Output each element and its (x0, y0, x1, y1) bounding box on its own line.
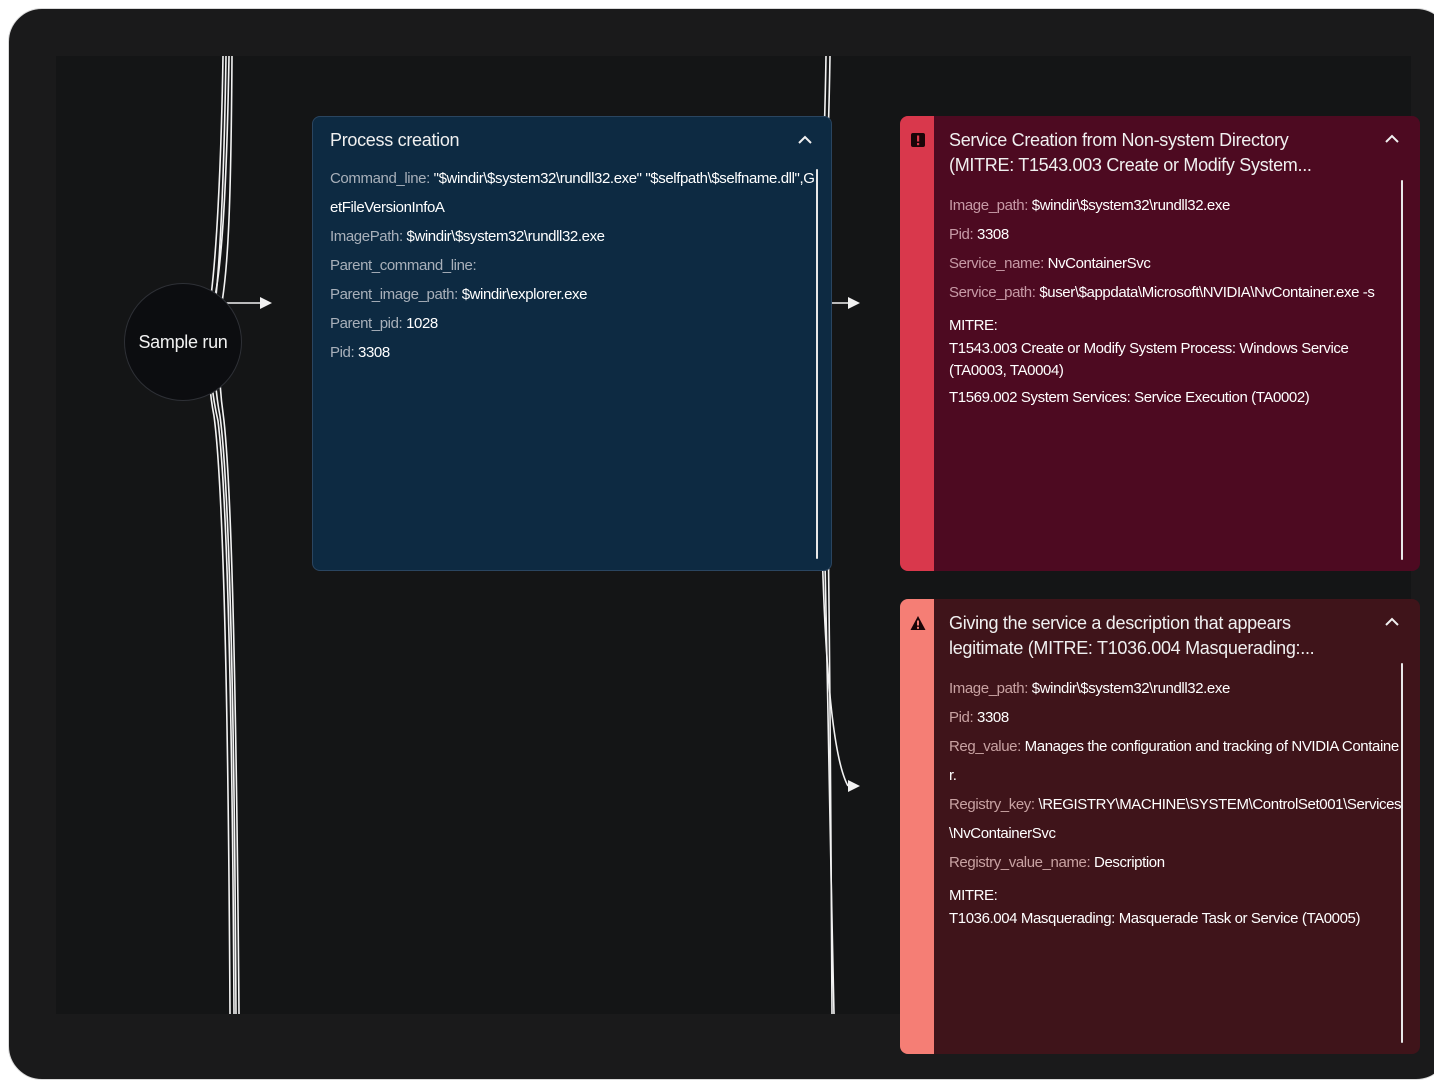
mitre-technique: T1569.002 System Services: Service Execu… (949, 389, 1310, 406)
process-fields: Command_line: "$windir\$system32\rundll3… (330, 164, 816, 367)
process-card-title: Process creation (330, 130, 460, 150)
alert2-title-line1: Giving the service a description that ap… (949, 613, 1291, 633)
warning-triangle-icon (910, 616, 926, 630)
field-service-name: Service_name: NvContainerSvc (949, 255, 1151, 272)
severity-medium-stripe (900, 599, 934, 1054)
arrowhead (260, 297, 272, 309)
alert2-title: Giving the service a description that ap… (949, 611, 1379, 661)
alert-masquerading-card[interactable]: Giving the service a description that ap… (900, 599, 1420, 1054)
arrowhead (848, 780, 860, 792)
alert2-title-line2: legitimate (MITRE: T1036.004 Masqueradin… (949, 638, 1315, 658)
field-image-path: Image_path: $windir\$system32\rundll32.e… (949, 680, 1230, 697)
severity-high-stripe (900, 116, 934, 571)
sample-run-node[interactable]: Sample run (124, 283, 242, 401)
app-frame: Sample run Process creation Command_line… (8, 8, 1434, 1080)
collapse-chevron-up-icon[interactable] (1383, 132, 1401, 146)
mitre-technique: T1543.003 Create or Modify System Proces… (949, 340, 1349, 379)
field-service-path: Service_path: $user\$appdata\Microsoft\N… (949, 284, 1375, 301)
mitre-label: MITRE: (949, 317, 998, 334)
field-pid: Pid: 3308 (949, 226, 1009, 243)
sample-run-label: Sample run (138, 331, 228, 352)
alert1-title: Service Creation from Non-system Directo… (949, 128, 1379, 178)
alert2-fields: Image_path: $windir\$system32\rundll32.e… (949, 674, 1404, 930)
field-pid: Pid: 3308 (330, 344, 390, 361)
alert1-title-line2: (MITRE: T1543.003 Create or Modify Syste… (949, 155, 1312, 175)
field-parent-command-line: Parent_command_line: (330, 257, 477, 274)
process-graph-canvas[interactable]: Sample run Process creation Command_line… (56, 56, 1420, 1054)
process-card-scrollbar[interactable] (816, 169, 818, 559)
exclamation-square-icon (911, 133, 925, 147)
alert-service-creation-card[interactable]: Service Creation from Non-system Directo… (900, 116, 1420, 571)
field-image-path: Image_path: $windir\$system32\rundll32.e… (949, 197, 1230, 214)
field-registry-value-name: Registry_value_name: Description (949, 854, 1165, 871)
field-parent-image-path: Parent_image_path: $windir\explorer.exe (330, 286, 588, 303)
collapse-chevron-up-icon[interactable] (1383, 615, 1401, 629)
alert1-scrollbar[interactable] (1401, 180, 1403, 560)
alert1-title-line1: Service Creation from Non-system Directo… (949, 130, 1289, 150)
arrowhead (848, 297, 860, 309)
alert2-scrollbar[interactable] (1401, 663, 1403, 1043)
field-reg-value: Reg_value: Manages the configuration and… (949, 738, 1399, 784)
field-pid: Pid: 3308 (949, 709, 1009, 726)
trunk-line (207, 56, 231, 1014)
alert1-fields: Image_path: $windir\$system32\rundll32.e… (949, 191, 1404, 409)
field-parent-pid: Parent_pid: 1028 (330, 315, 438, 332)
field-image-path: ImagePath: $windir\$system32\rundll32.ex… (330, 228, 605, 245)
mitre-technique: T1036.004 Masquerading: Masquerade Task … (949, 910, 1361, 927)
collapse-chevron-up-icon[interactable] (796, 133, 814, 147)
mitre-label: MITRE: (949, 887, 998, 904)
process-creation-card[interactable]: Process creation Command_line: "$windir\… (312, 116, 832, 571)
field-registry-key: Registry_key: \REGISTRY\MACHINE\SYSTEM\C… (949, 796, 1402, 842)
field-command-line: Command_line: "$windir\$system32\rundll3… (330, 170, 815, 216)
